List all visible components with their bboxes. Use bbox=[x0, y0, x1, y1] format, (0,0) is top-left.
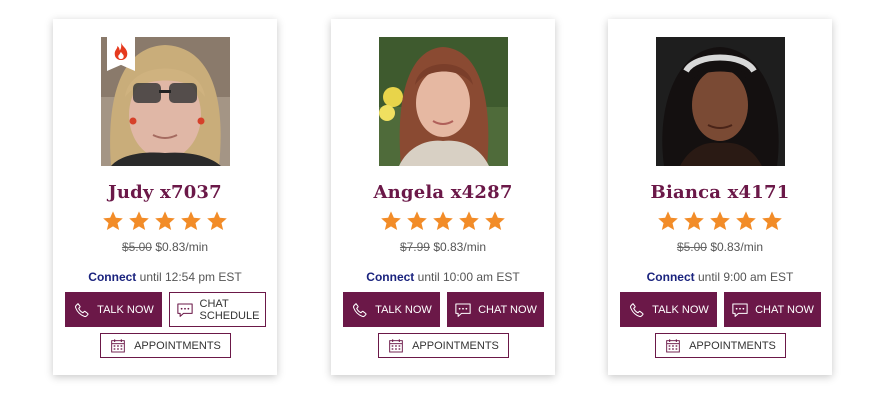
phone-icon bbox=[73, 301, 91, 319]
star-icon bbox=[735, 210, 757, 232]
appointments-button[interactable]: APPOINTMENTS bbox=[100, 333, 231, 358]
connect-line: Connect until 12:54 pm EST bbox=[53, 270, 277, 284]
calendar-icon bbox=[110, 338, 126, 354]
price-line: $5.00 $0.83/min bbox=[608, 240, 832, 254]
star-icon bbox=[683, 210, 705, 232]
connect-until: until 12:54 pm EST bbox=[139, 270, 242, 284]
advisor-name[interactable]: Judy x7037 bbox=[53, 182, 277, 203]
talk-now-button[interactable]: TALK NOW bbox=[620, 292, 717, 327]
talk-now-label: TALK NOW bbox=[652, 303, 709, 316]
chat-icon bbox=[731, 301, 749, 319]
star-icon bbox=[154, 210, 176, 232]
advisor-name[interactable]: Angela x4287 bbox=[331, 182, 555, 203]
star-icon bbox=[657, 210, 679, 232]
talk-now-button[interactable]: TALK NOW bbox=[343, 292, 440, 327]
star-icon bbox=[206, 210, 228, 232]
old-price: $5.00 bbox=[121, 240, 152, 254]
connect-until: until 10:00 am EST bbox=[417, 270, 520, 284]
connect-link[interactable]: Connect bbox=[366, 270, 414, 284]
star-icon bbox=[128, 210, 150, 232]
star-icon bbox=[432, 210, 454, 232]
chat-schedule-button[interactable]: CHAT SCHEDULE bbox=[169, 292, 266, 327]
rating-stars bbox=[608, 210, 832, 232]
fire-icon bbox=[114, 42, 128, 60]
advisor-photo[interactable] bbox=[101, 37, 230, 166]
current-price: $0.83/min bbox=[433, 240, 487, 254]
advisor-photo-image bbox=[656, 37, 785, 166]
advisor-card-angela[interactable]: Angela x4287 $7.99 $0.83/min Connect unt… bbox=[331, 19, 555, 375]
star-icon bbox=[484, 210, 506, 232]
appointments-button[interactable]: APPOINTMENTS bbox=[378, 333, 509, 358]
advisor-card-bianca[interactable]: Bianca x4171 $5.00 $0.83/min Connect unt… bbox=[608, 19, 832, 375]
star-icon bbox=[102, 210, 124, 232]
chat-label-line1: CHAT bbox=[199, 297, 229, 310]
star-icon bbox=[709, 210, 731, 232]
star-icon bbox=[406, 210, 428, 232]
chat-now-button[interactable]: CHAT NOW bbox=[724, 292, 821, 327]
appointments-button[interactable]: APPOINTMENTS bbox=[655, 333, 786, 358]
connect-until: until 9:00 am EST bbox=[697, 270, 794, 284]
chat-now-label: CHAT NOW bbox=[755, 303, 814, 316]
chat-now-button[interactable]: CHAT NOW bbox=[447, 292, 544, 327]
talk-now-label: TALK NOW bbox=[375, 303, 432, 316]
phone-icon bbox=[628, 301, 646, 319]
calendar-icon bbox=[388, 338, 404, 354]
appointments-label: APPOINTMENTS bbox=[412, 339, 499, 352]
star-icon bbox=[380, 210, 402, 232]
rating-stars bbox=[331, 210, 555, 232]
chat-label-line2: SCHEDULE bbox=[199, 309, 260, 322]
price-line: $5.00 $0.83/min bbox=[53, 240, 277, 254]
chat-icon bbox=[454, 301, 472, 319]
appointments-label: APPOINTMENTS bbox=[689, 339, 776, 352]
star-icon bbox=[458, 210, 480, 232]
appointments-label: APPOINTMENTS bbox=[134, 339, 221, 352]
old-price: $7.99 bbox=[399, 240, 430, 254]
talk-now-label: TALK NOW bbox=[97, 303, 154, 316]
chat-now-label: CHAT NOW bbox=[478, 303, 537, 316]
rating-stars bbox=[53, 210, 277, 232]
price-line: $7.99 $0.83/min bbox=[331, 240, 555, 254]
advisor-card-judy[interactable]: Judy x7037 $5.00 $0.83/min Connect until… bbox=[53, 19, 277, 375]
star-icon bbox=[761, 210, 783, 232]
chat-icon bbox=[176, 301, 194, 319]
connect-line: Connect until 10:00 am EST bbox=[331, 270, 555, 284]
old-price: $5.00 bbox=[676, 240, 707, 254]
advisor-photo[interactable] bbox=[656, 37, 785, 166]
current-price: $0.83/min bbox=[710, 240, 764, 254]
connect-line: Connect until 9:00 am EST bbox=[608, 270, 832, 284]
chat-schedule-label: CHAT SCHEDULE bbox=[200, 298, 260, 322]
calendar-icon bbox=[665, 338, 681, 354]
connect-link[interactable]: Connect bbox=[647, 270, 695, 284]
phone-icon bbox=[351, 301, 369, 319]
star-icon bbox=[180, 210, 202, 232]
advisor-photo[interactable] bbox=[379, 37, 508, 166]
advisor-name[interactable]: Bianca x4171 bbox=[608, 182, 832, 203]
talk-now-button[interactable]: TALK NOW bbox=[65, 292, 162, 327]
connect-link[interactable]: Connect bbox=[88, 270, 136, 284]
advisor-photo-image bbox=[379, 37, 508, 166]
current-price: $0.83/min bbox=[155, 240, 209, 254]
